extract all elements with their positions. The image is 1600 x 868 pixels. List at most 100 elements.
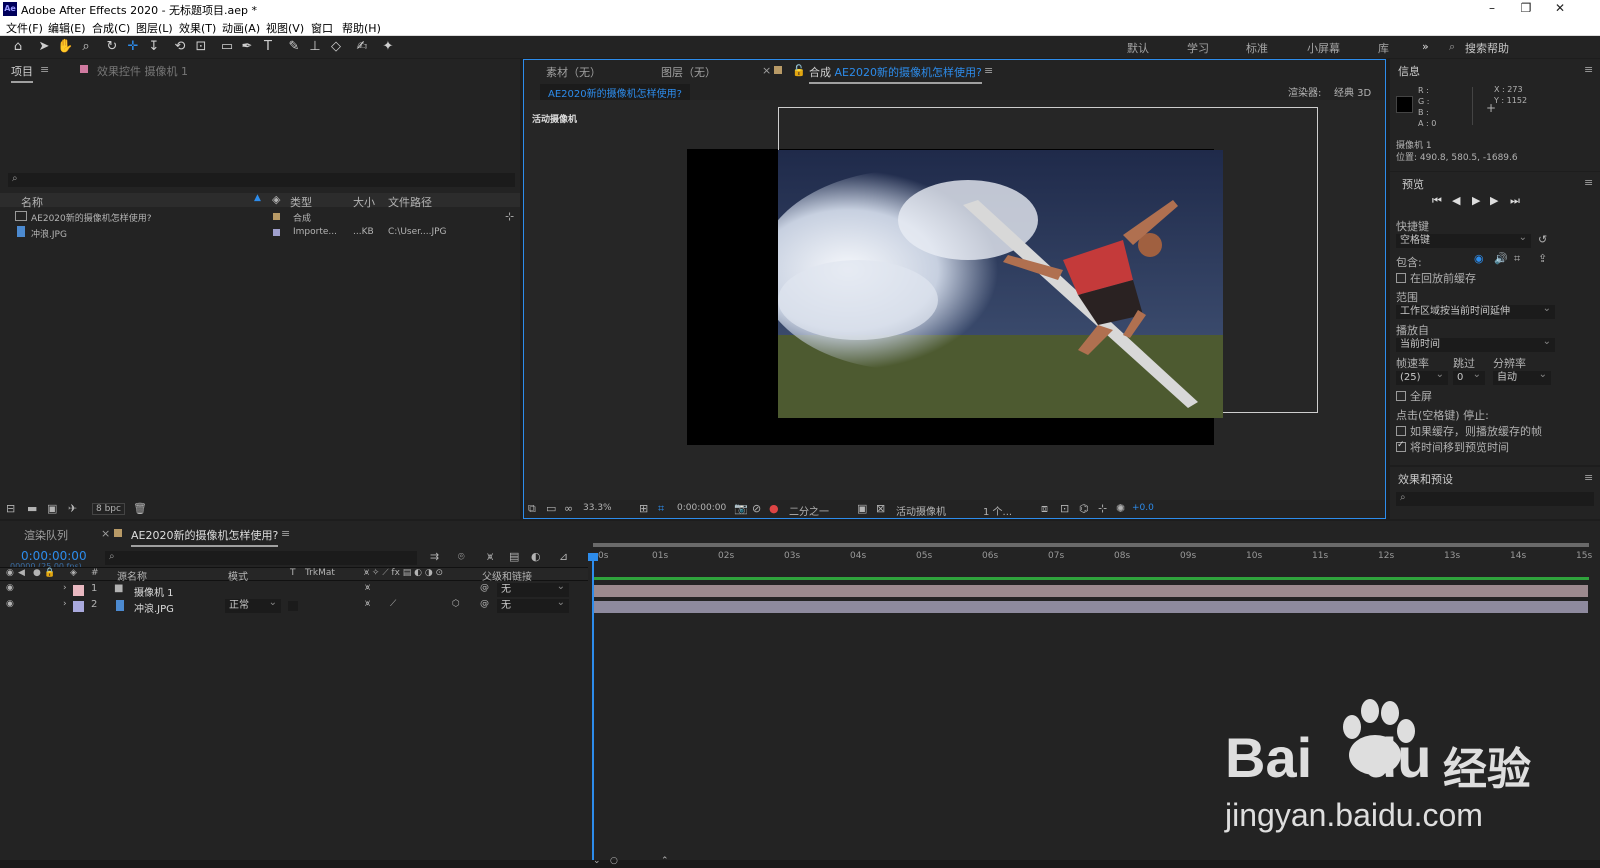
menu-layer[interactable]: 图层(L): [136, 20, 173, 36]
monitor-icon[interactable]: ▭: [546, 502, 556, 515]
play-icon[interactable]: ▶: [1472, 194, 1480, 207]
reset-exposure-icon[interactable]: ✺: [1116, 502, 1125, 515]
pick-whip-icon[interactable]: @: [480, 599, 489, 609]
skip-dropdown[interactable]: 0: [1453, 368, 1485, 385]
expand-chevron-icon[interactable]: ›: [63, 599, 67, 609]
include-video-icon[interactable]: ◉: [1474, 252, 1484, 265]
label-swatch[interactable]: [73, 601, 84, 612]
pick-whip-icon[interactable]: @: [480, 583, 489, 593]
workspace-learn[interactable]: 学习: [1187, 40, 1209, 56]
first-frame-icon[interactable]: ⏮: [1432, 194, 1442, 208]
project-item[interactable]: 冲浪.JPG Importe... ...KB C:\User....JPG: [0, 225, 520, 241]
rectangle-tool-icon[interactable]: ▭: [219, 39, 235, 55]
renderer-value[interactable]: 经典 3D: [1334, 84, 1371, 99]
previous-frame-icon[interactable]: ◀: [1452, 194, 1460, 207]
last-frame-icon[interactable]: ⏭: [1510, 194, 1520, 208]
selection-tool-icon[interactable]: ➤: [36, 39, 52, 55]
menu-file[interactable]: 文件(F): [6, 20, 43, 36]
solo-icon[interactable]: ●: [33, 568, 41, 578]
lock-icon[interactable]: 🔒: [44, 568, 55, 578]
timeline-icon[interactable]: ⌬: [1079, 502, 1089, 515]
more-workspaces-icon[interactable]: »: [1422, 40, 1429, 53]
column-type[interactable]: 类型: [290, 194, 312, 210]
panel-menu-icon[interactable]: ≡: [1584, 471, 1593, 484]
restore-button[interactable]: ❐: [1509, 1, 1543, 17]
tab-project[interactable]: 项目: [11, 63, 33, 83]
snapshot-camera-icon[interactable]: 📷: [734, 502, 748, 515]
workspace-libraries[interactable]: 库: [1378, 40, 1389, 56]
layer-name[interactable]: 冲浪.JPG: [134, 600, 174, 615]
rotate-tool-icon[interactable]: ⟲: [172, 39, 188, 55]
viewer-canvas[interactable]: 活动摄像机: [524, 100, 1385, 500]
menu-view[interactable]: 视图(V): [266, 20, 304, 36]
move-time-checkbox[interactable]: [1396, 440, 1406, 452]
interpret-footage-icon[interactable]: ⊟: [6, 502, 15, 515]
shy-switch-icon[interactable]: ⩙: [365, 583, 370, 593]
panel-menu-icon[interactable]: ≡: [984, 64, 993, 77]
toggle-pixel-aspect-icon[interactable]: ⧈: [1041, 502, 1048, 516]
column-size[interactable]: 大小: [353, 194, 375, 210]
always-preview-icon[interactable]: ⧉: [528, 502, 536, 516]
play-from-dropdown[interactable]: 当前时间: [1396, 335, 1555, 352]
blend-mode-dropdown[interactable]: 正常: [225, 596, 281, 613]
lock-icon[interactable]: 🔓: [792, 64, 806, 77]
eye-icon[interactable]: ◉: [6, 583, 14, 593]
column-path[interactable]: 文件路径: [388, 194, 432, 210]
minimize-button[interactable]: –: [1475, 1, 1509, 17]
work-area-bar[interactable]: [593, 543, 1589, 547]
3d-layer-switch-icon[interactable]: ⬡: [452, 599, 460, 609]
menu-help[interactable]: 帮助(H): [342, 20, 381, 36]
layer-row[interactable]: ◉ › 1 ■ 摄像机 1 ⩙ @ 无: [0, 580, 588, 599]
clone-stamp-icon[interactable]: ⊥: [307, 39, 323, 55]
pen-tool-icon[interactable]: ✒: [239, 39, 255, 55]
tab-close-icon[interactable]: ×: [101, 527, 110, 540]
zoom-slider-icon[interactable]: ○: [610, 856, 618, 866]
bpc-button[interactable]: 8 bpc: [92, 503, 125, 515]
shy-layers-icon[interactable]: ⩙: [487, 550, 493, 564]
timeline-search-input[interactable]: ⌕: [105, 551, 417, 565]
transparency-grid-icon[interactable]: ⊠: [876, 502, 885, 515]
panel-menu-icon[interactable]: ≡: [40, 63, 49, 76]
menu-composition[interactable]: 合成(C): [92, 20, 130, 36]
resolution-dropdown[interactable]: 二分之一: [789, 503, 849, 518]
menu-edit[interactable]: 编辑(E): [48, 20, 86, 36]
label-swatch[interactable]: [73, 585, 84, 596]
mask-toggle-icon[interactable]: ⌗: [658, 502, 664, 516]
current-time-indicator[interactable]: [592, 557, 594, 866]
label-tag-icon[interactable]: ◈: [272, 193, 280, 206]
sort-ascending-icon[interactable]: ▲: [254, 193, 261, 203]
brush-tool-icon[interactable]: ✎: [286, 39, 302, 55]
label-tag-icon[interactable]: ◈: [70, 568, 77, 578]
video-toggle-icon[interactable]: ◉: [6, 568, 14, 578]
cache-before-playback-checkbox[interactable]: [1396, 273, 1406, 283]
tab-footage[interactable]: 素材（无）: [546, 64, 601, 80]
workspace-standard[interactable]: 标准: [1246, 40, 1268, 56]
zoom-dropdown[interactable]: 33.3%: [583, 503, 633, 513]
shortcut-dropdown[interactable]: 空格键: [1396, 231, 1531, 248]
new-folder-icon[interactable]: ▬: [27, 502, 37, 515]
zoom-out-icon[interactable]: ⌄: [593, 856, 601, 866]
fast-previews-icon[interactable]: ⊡: [1060, 502, 1069, 515]
layer-name[interactable]: 摄像机 1: [134, 584, 174, 599]
effects-search-input[interactable]: ⌕: [1396, 492, 1594, 506]
current-time-display[interactable]: 0:00:00:00: [677, 503, 726, 513]
project-item[interactable]: AE2020新的摄像机怎样使用? 合成 ⊹: [0, 209, 520, 225]
eraser-tool-icon[interactable]: ◇: [328, 39, 344, 55]
view-layout-dropdown[interactable]: 1 个...: [983, 503, 1033, 518]
flowchart-icon[interactable]: ⊹: [505, 210, 514, 223]
next-frame-icon[interactable]: ▶: [1490, 194, 1498, 207]
parent-dropdown[interactable]: 无: [497, 580, 569, 597]
range-dropdown[interactable]: 工作区域按当前时间延伸: [1396, 302, 1555, 319]
preserve-transparency-toggle[interactable]: [288, 601, 298, 611]
panel-menu-icon[interactable]: ≡: [281, 527, 290, 540]
project-search-input[interactable]: ⌕: [8, 173, 515, 187]
home-icon[interactable]: ⌂: [10, 39, 26, 55]
menu-animation[interactable]: 动画(A): [222, 20, 260, 36]
eye-icon[interactable]: ◉: [6, 599, 14, 609]
menu-effect[interactable]: 效果(T): [179, 20, 216, 36]
layer-bar[interactable]: [593, 601, 1588, 613]
camera-view-dropdown[interactable]: 活动摄像机: [896, 503, 976, 518]
frame-blending-icon[interactable]: ▤: [509, 550, 519, 563]
trash-icon[interactable]: 🗑: [133, 502, 147, 515]
tab-timeline-comp[interactable]: AE2020新的摄像机怎样使用?: [131, 527, 279, 547]
